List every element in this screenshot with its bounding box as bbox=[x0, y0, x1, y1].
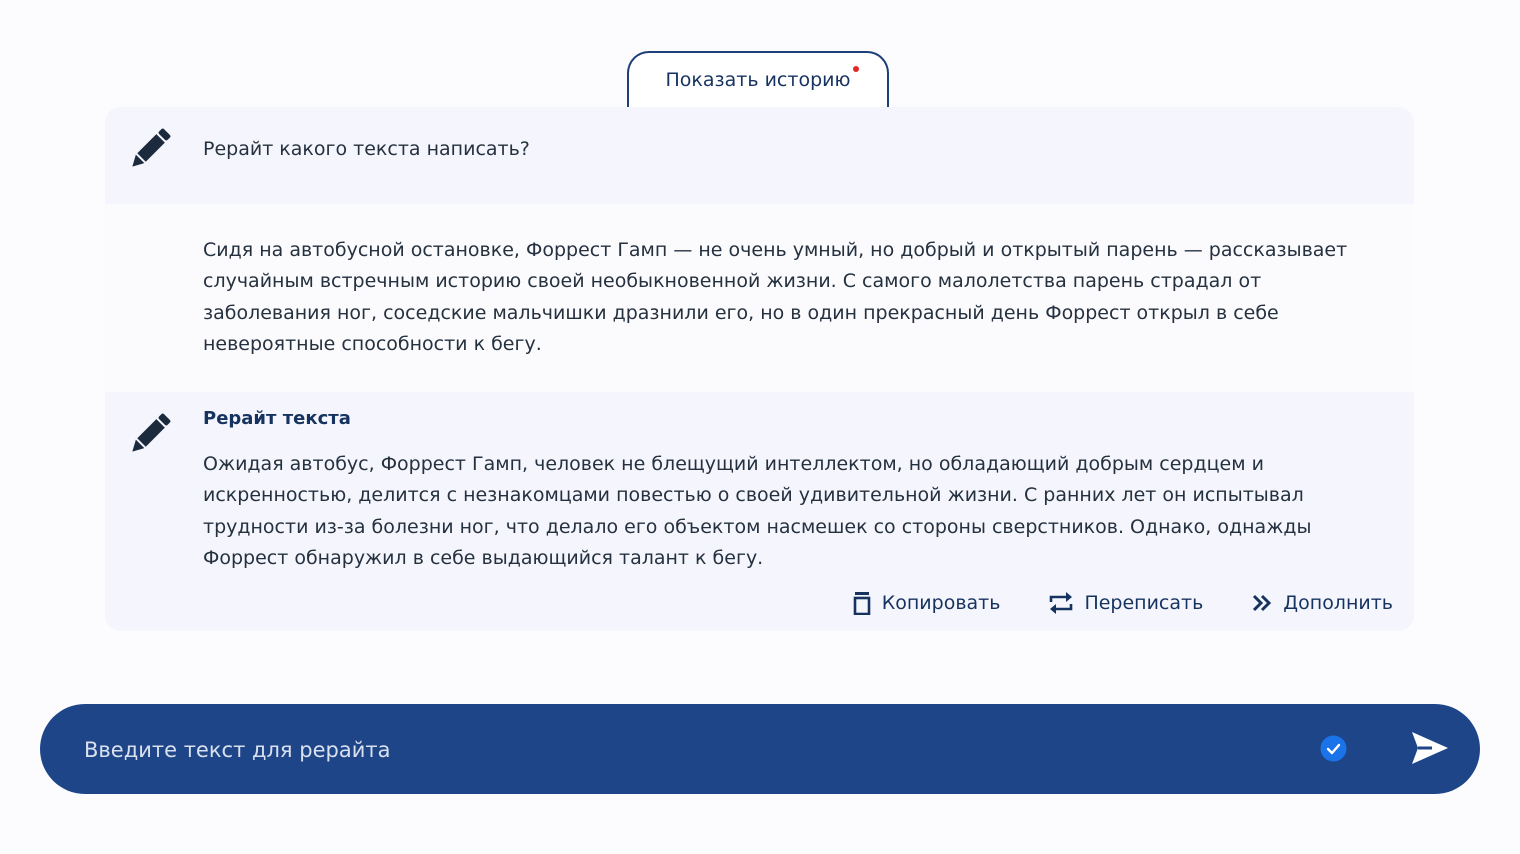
result-title: Рерайт текста bbox=[203, 408, 351, 429]
pencil-icon bbox=[132, 413, 171, 452]
pencil-icon bbox=[132, 128, 171, 167]
copy-icon bbox=[853, 592, 871, 615]
rewrite-page: Показать историю Рерайт какого текста на… bbox=[0, 0, 1520, 854]
rewrite-button[interactable]: Переписать bbox=[1048, 591, 1203, 615]
send-icon[interactable] bbox=[1410, 728, 1450, 768]
source-text: Сидя на автобусной остановке, Форрест Га… bbox=[203, 239, 1348, 355]
rewrite-label: Переписать bbox=[1084, 592, 1204, 614]
extend-button[interactable]: Дополнить bbox=[1251, 592, 1393, 614]
rewrite-input-bar bbox=[40, 704, 1480, 794]
rewrite-result-message: Рерайт текста Ожидая автобус, Форрест Га… bbox=[105, 392, 1414, 631]
check-circle-icon[interactable] bbox=[1320, 735, 1347, 762]
user-source-message: Сидя на автобусной остановке, Форрест Га… bbox=[105, 204, 1414, 392]
prompt-text: Рерайт какого текста написать? bbox=[203, 138, 530, 160]
double-chevron-right-icon bbox=[1253, 594, 1272, 612]
show-history-button[interactable]: Показать историю bbox=[627, 51, 889, 107]
rewrite-input[interactable] bbox=[82, 728, 1286, 772]
result-actions: Копировать Переписать Дополнить bbox=[804, 589, 1393, 617]
notification-dot bbox=[853, 66, 859, 72]
show-history-label: Показать историю bbox=[665, 69, 851, 91]
chat-panel: Рерайт какого текста написать? Сидя на а… bbox=[105, 107, 1414, 631]
copy-button[interactable]: Копировать bbox=[852, 591, 1001, 615]
bot-prompt-message: Рерайт какого текста написать? bbox=[105, 107, 1414, 204]
result-text: Ожидая автобус, Форрест Гамп, человек не… bbox=[203, 453, 1312, 569]
copy-label: Копировать bbox=[881, 592, 1001, 614]
repeat-icon bbox=[1050, 592, 1073, 614]
extend-label: Дополнить bbox=[1283, 592, 1393, 614]
